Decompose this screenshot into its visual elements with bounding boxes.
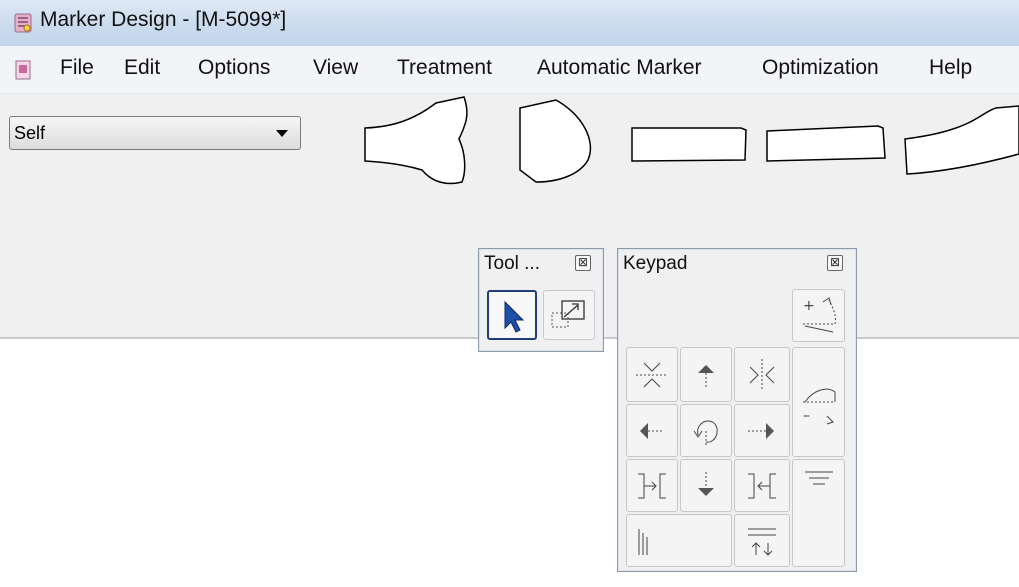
menu-automatic-marker[interactable]: Automatic Marker — [537, 54, 702, 82]
svg-text:+: + — [803, 298, 815, 314]
swap-vertical-icon — [748, 528, 776, 556]
move-up-button[interactable] — [680, 347, 732, 402]
menu-treatment[interactable]: Treatment — [397, 54, 492, 82]
garment-piece-collar[interactable] — [902, 94, 1019, 190]
fold-horizontal-icon — [749, 358, 775, 391]
arrow-up-icon — [698, 364, 714, 389]
fold-vertical-icon — [636, 362, 668, 387]
bump-right-button[interactable] — [626, 459, 678, 512]
pointer-arrow-icon — [504, 300, 525, 333]
vertical-lines-button[interactable] — [626, 514, 732, 567]
close-icon[interactable]: ⊠ — [575, 255, 591, 271]
menu-view[interactable]: View — [313, 54, 358, 82]
keypad-panel: Keypad ⊠ + – — [617, 248, 857, 572]
fold-vertical-button[interactable] — [626, 347, 678, 402]
fabric-type-select[interactable]: Self — [9, 116, 301, 150]
arrow-right-icon — [748, 422, 774, 439]
move-left-button[interactable] — [626, 404, 678, 457]
app-icon — [14, 13, 32, 33]
zoom-window-button[interactable] — [543, 290, 595, 340]
menu-bar: File Edit Options View Treatment Automat… — [0, 46, 1019, 94]
fabric-type-value: Self — [14, 123, 46, 143]
marker-canvas[interactable] — [0, 337, 1019, 587]
garment-piece-band[interactable] — [629, 94, 751, 190]
menu-help[interactable]: Help — [929, 54, 972, 82]
zoom-window-icon — [551, 300, 585, 328]
garment-piece-cuff[interactable] — [764, 94, 892, 190]
bump-right-icon — [638, 473, 666, 498]
rotate-plus-button[interactable]: + — [792, 289, 845, 342]
move-right-button[interactable] — [734, 404, 790, 457]
menu-file[interactable]: File — [60, 54, 94, 82]
move-down-button[interactable] — [680, 459, 732, 512]
menu-optimization[interactable]: Optimization — [762, 54, 879, 82]
swap-vertical-button[interactable] — [734, 514, 790, 567]
arrow-left-icon — [640, 422, 664, 439]
window-title: Marker Design - [M-5099*] — [40, 8, 287, 31]
vertical-lines-icon — [638, 528, 648, 555]
menu-edit[interactable]: Edit — [124, 54, 160, 82]
align-lines-icon — [804, 471, 833, 485]
keypad-title: Keypad — [623, 253, 688, 274]
svg-text:–: – — [803, 408, 810, 424]
close-icon[interactable]: ⊠ — [827, 255, 843, 271]
bump-left-button[interactable] — [734, 459, 790, 512]
rotate-minus-icon: – — [802, 388, 835, 425]
bump-left-icon — [748, 473, 776, 498]
tool-panel-title: Tool ... — [484, 253, 540, 274]
rotate-button[interactable] — [680, 404, 732, 457]
title-bar: Marker Design - [M-5099*] — [0, 0, 1019, 46]
align-lines-button[interactable] — [792, 459, 845, 567]
chevron-down-icon — [276, 130, 288, 137]
garment-piece-sleeve[interactable] — [362, 94, 474, 190]
garment-piece-pocket[interactable] — [516, 94, 598, 190]
rotate-plus-icon: + — [802, 296, 836, 332]
rotate-icon — [693, 419, 718, 445]
select-tool-button[interactable] — [487, 290, 537, 340]
document-icon[interactable] — [14, 59, 32, 81]
menu-options[interactable]: Options — [198, 54, 270, 82]
fold-horizontal-button[interactable] — [734, 347, 790, 402]
arrow-down-icon — [698, 471, 714, 496]
rotate-minus-button[interactable]: – — [792, 347, 845, 457]
tool-panel: Tool ... ⊠ — [478, 248, 604, 352]
